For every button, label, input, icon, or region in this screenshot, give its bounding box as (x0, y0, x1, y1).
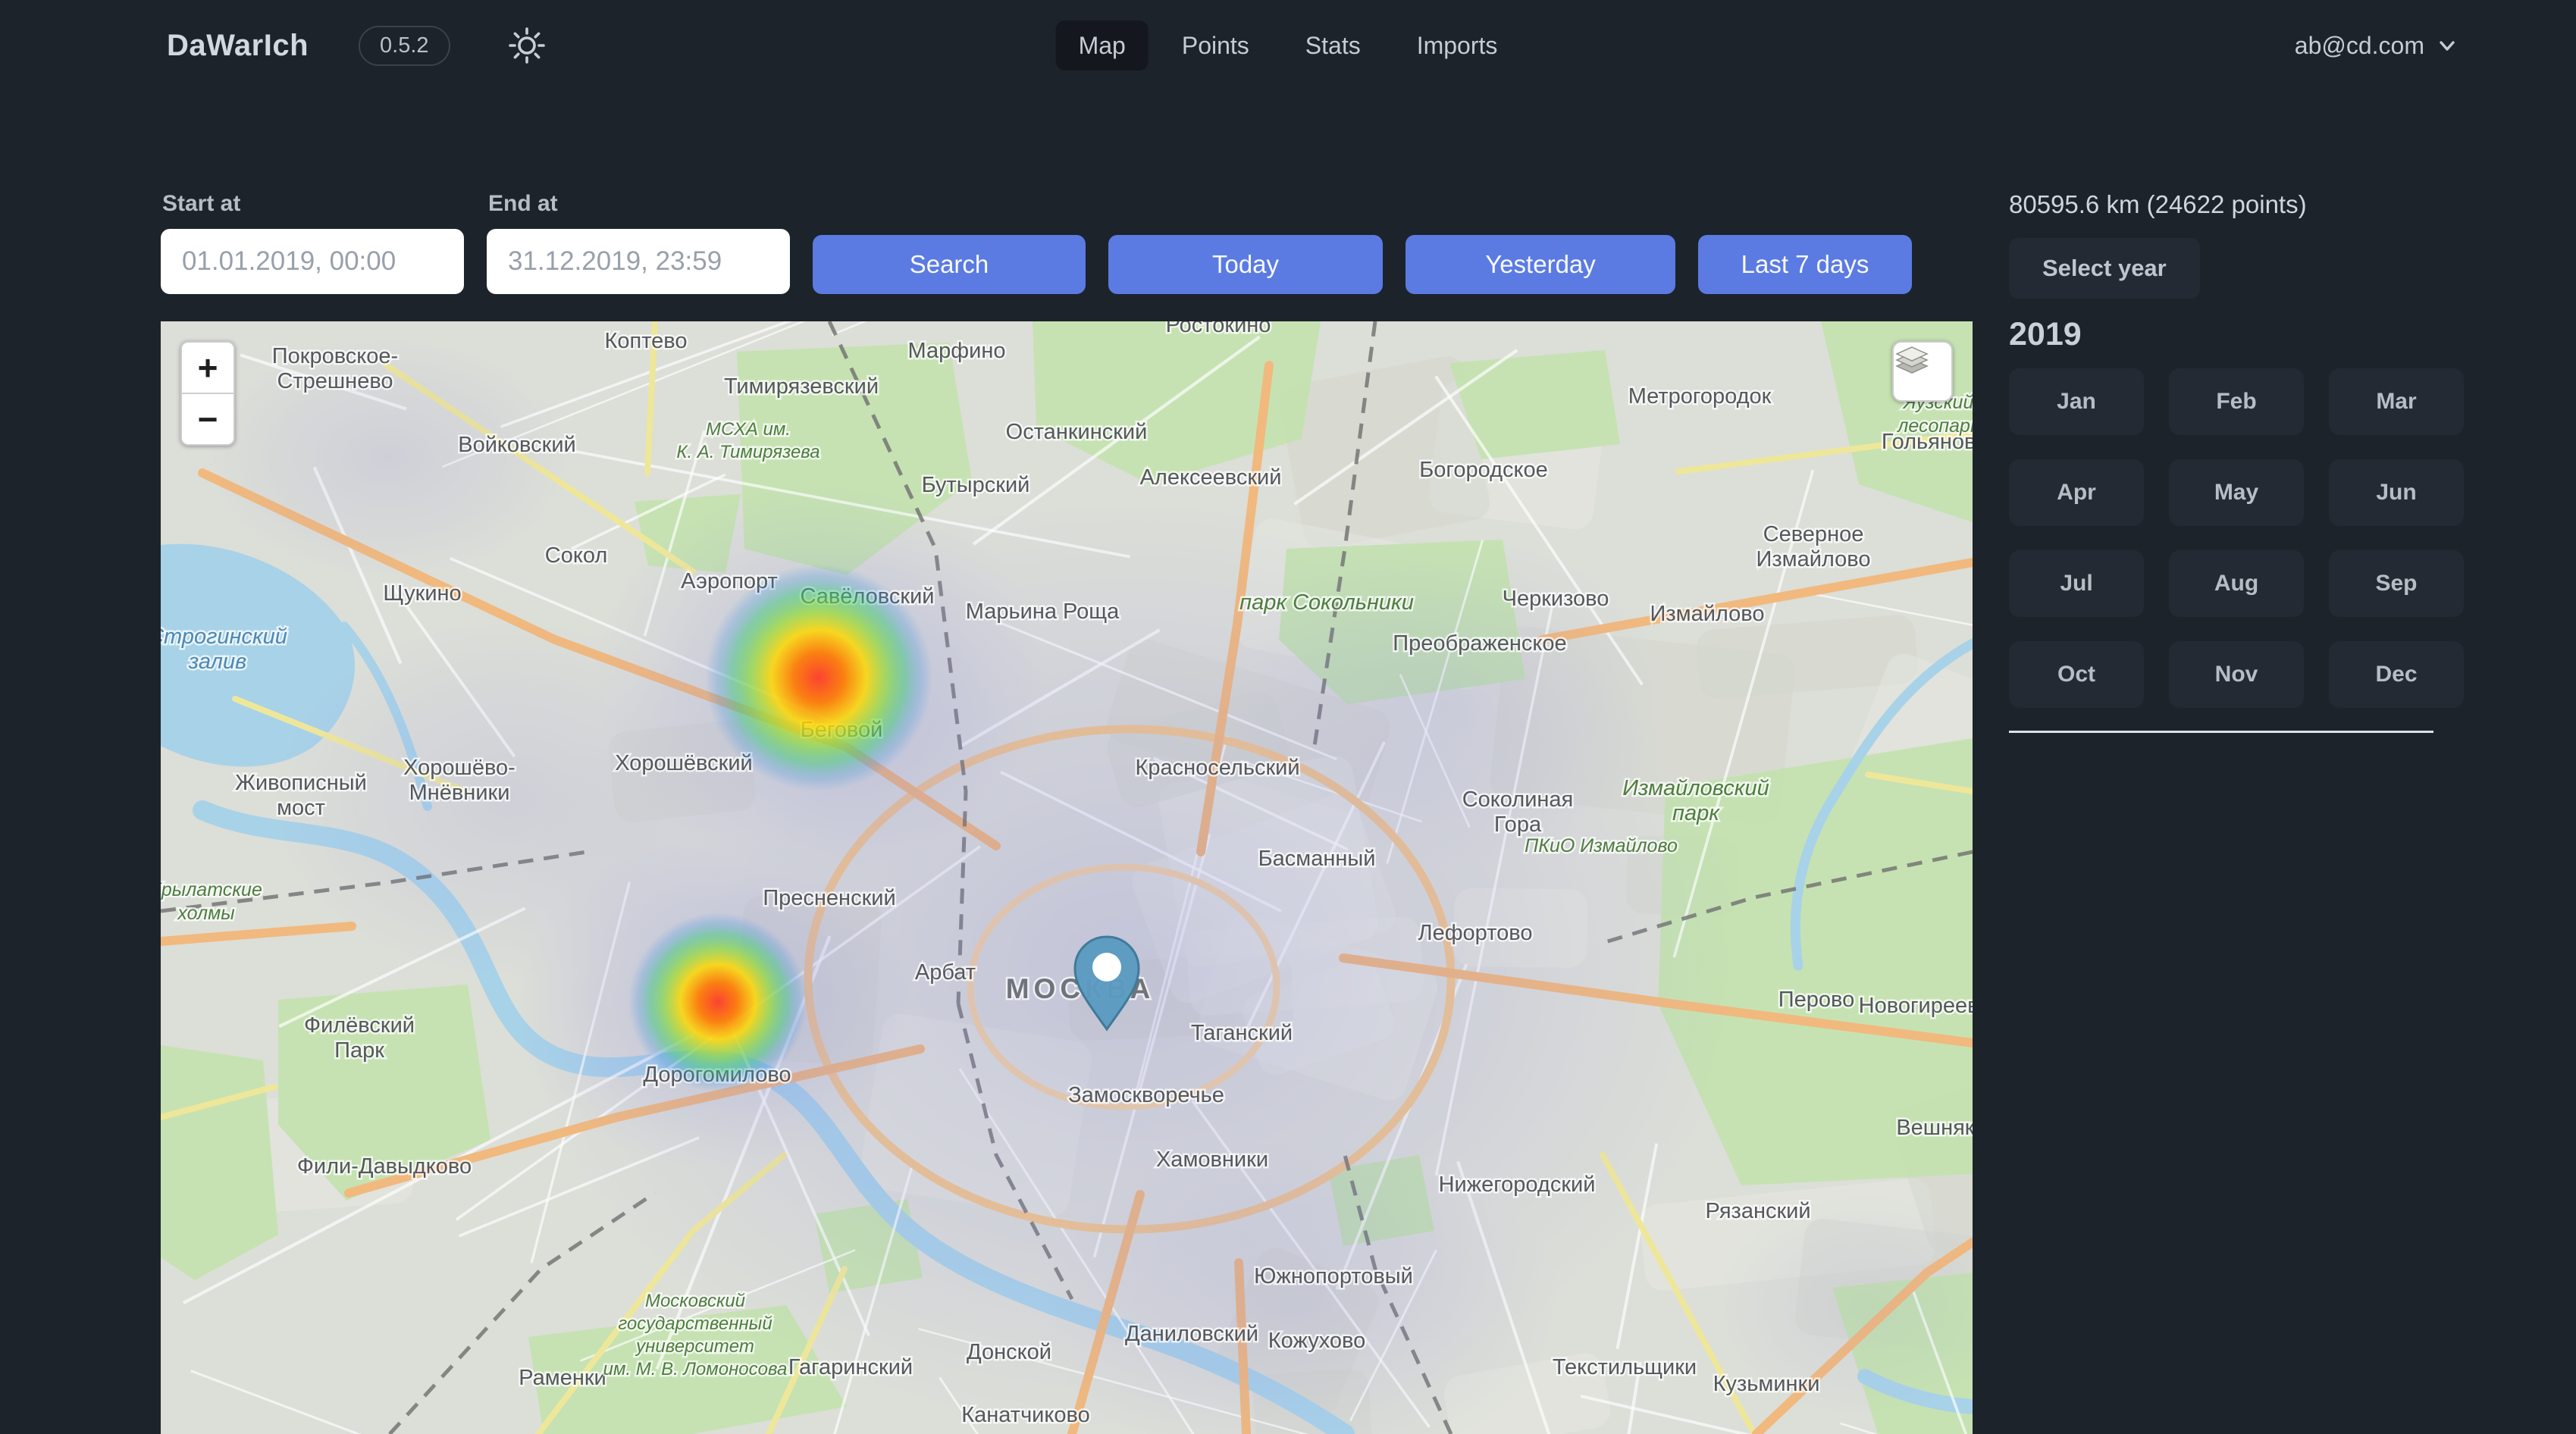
tab-points[interactable]: Points (1159, 20, 1272, 70)
svg-text:Донской: Донской (967, 1340, 1051, 1364)
month-button-may[interactable]: May (2169, 459, 2304, 526)
month-button-mar[interactable]: Mar (2329, 368, 2464, 435)
month-button-aug[interactable]: Aug (2169, 550, 2304, 617)
svg-text:Кожухово: Кожухово (1268, 1329, 1365, 1353)
sidebar-divider (2009, 731, 2433, 733)
svg-text:Преображенское: Преображенское (1393, 631, 1566, 656)
month-button-dec[interactable]: Dec (2329, 641, 2464, 708)
svg-text:Алексеевский: Алексеевский (1140, 465, 1282, 490)
svg-text:Покровское-Стрешнево: Покровское-Стрешнево (272, 344, 398, 393)
month-button-nov[interactable]: Nov (2169, 641, 2304, 708)
svg-text:Черкизово: Черкизово (1503, 587, 1609, 611)
svg-text:Хамовники: Хамовники (1156, 1148, 1268, 1172)
end-at-label: End at (488, 191, 790, 217)
month-button-jan[interactable]: Jan (2009, 368, 2144, 435)
month-button-sep[interactable]: Sep (2329, 550, 2464, 617)
svg-text:Хорошёво-Мнёвники: Хорошёво-Мнёвники (403, 756, 516, 805)
theme-toggle-button[interactable] (505, 23, 549, 67)
yesterday-button[interactable]: Yesterday (1406, 235, 1675, 294)
svg-text:СеверноеИзмайлово: СеверноеИзмайлово (1757, 522, 1871, 571)
layers-control[interactable] (1892, 341, 1953, 402)
user-menu[interactable]: ab@cd.com (2295, 32, 2458, 60)
svg-text:Лефортово: Лефортово (1418, 921, 1533, 945)
svg-text:Щукино: Щукино (383, 581, 461, 606)
zoom-in-button[interactable]: + (182, 343, 233, 394)
svg-text:Марьина Роща: Марьина Роща (966, 600, 1120, 624)
version-badge: 0.5.2 (359, 26, 450, 66)
svg-text:Таганский: Таганский (1191, 1021, 1293, 1045)
start-at-input[interactable] (161, 229, 464, 294)
sun-icon (506, 25, 547, 66)
layers-icon (1894, 343, 1930, 379)
tab-imports[interactable]: Imports (1394, 20, 1521, 70)
svg-text:Красносельский: Красносельский (1135, 756, 1299, 780)
svg-text:ПКиО Измайлово: ПКиО Измайлово (1525, 835, 1678, 856)
navbar: DaWarIch 0.5.2 MapPointsStatsImports ab@… (0, 0, 2576, 91)
svg-text:Канатчиково: Канатчиково (961, 1403, 1089, 1427)
svg-text:Гагаринский: Гагаринский (788, 1355, 913, 1379)
map-zoom-control: + − (180, 341, 235, 446)
svg-text:парк Сокольники: парк Сокольники (1239, 590, 1414, 615)
svg-text:Текстильщики: Текстильщики (1553, 1355, 1697, 1379)
svg-text:Хорошёвский: Хорошёвский (615, 751, 752, 775)
svg-text:Метрогородок: Метрогородок (1628, 384, 1772, 409)
app-logo: DaWarIch (167, 29, 309, 63)
month-button-feb[interactable]: Feb (2169, 368, 2304, 435)
sidebar: 80595.6 km (24622 points) Select year 20… (2009, 191, 2464, 733)
svg-text:Вешняки: Вешняки (1896, 1116, 1973, 1140)
month-button-jul[interactable]: Jul (2009, 550, 2144, 617)
last-7-days-button[interactable]: Last 7 days (1698, 235, 1912, 294)
svg-text:Арбат: Арбат (915, 960, 976, 985)
svg-text:Войковский: Войковский (458, 433, 575, 457)
svg-text:Останкинский: Останкинский (1006, 420, 1148, 444)
year-heading: 2019 (2009, 317, 2464, 352)
svg-text:Раменки: Раменки (519, 1366, 606, 1390)
svg-text:Сокол: Сокол (545, 543, 608, 568)
svg-text:Тимирязевский: Тимирязевский (724, 374, 879, 399)
zoom-out-button[interactable]: − (182, 394, 233, 444)
svg-text:Марфино: Марфино (908, 339, 1006, 363)
start-at-field: Start at (161, 191, 464, 294)
map-canvas[interactable]: Коптево Ростокино Тимирязевский Марфино Оста… (161, 321, 1973, 1434)
svg-text:Новогиреево: Новогиреево (1859, 994, 1973, 1018)
start-at-label: Start at (162, 191, 464, 217)
svg-text:Даниловский: Даниловский (1125, 1322, 1258, 1346)
month-button-jun[interactable]: Jun (2329, 459, 2464, 526)
user-email: ab@cd.com (2295, 32, 2424, 60)
svg-text:Фили-Давыдково: Фили-Давыдково (297, 1154, 472, 1179)
svg-text:Измайлово: Измайлово (1650, 602, 1765, 626)
search-button[interactable]: Search (813, 235, 1086, 294)
svg-text:Южнопортовый: Южнопортовый (1254, 1264, 1413, 1288)
svg-text:Пресненский: Пресненский (763, 886, 895, 910)
svg-text:Бутырский: Бутырский (922, 473, 1030, 497)
end-at-input[interactable] (487, 229, 790, 294)
svg-text:Богородское: Богородское (1419, 458, 1548, 482)
svg-text:Перово: Перово (1778, 988, 1854, 1012)
today-button[interactable]: Today (1108, 235, 1383, 294)
svg-text:Басманный: Басманный (1258, 847, 1376, 871)
chevron-down-icon (2437, 35, 2458, 56)
month-button-oct[interactable]: Oct (2009, 641, 2144, 708)
month-grid: Jan Feb Mar Apr May Jun Jul Aug Sep Oct Nov Dec (2009, 368, 2464, 708)
map-container[interactable]: Коптево Ростокино Тимирязевский Марфино Оста… (161, 321, 1973, 1434)
tab-map[interactable]: Map (1056, 20, 1149, 70)
month-button-apr[interactable]: Apr (2009, 459, 2144, 526)
svg-text:Рязанский: Рязанский (1705, 1199, 1810, 1223)
svg-text:Замоскворечье: Замоскворечье (1068, 1083, 1224, 1107)
svg-text:Кузьминки: Кузьминки (1713, 1372, 1820, 1396)
end-at-field: End at (487, 191, 790, 294)
tab-stats[interactable]: Stats (1283, 20, 1384, 70)
date-filter-bar: Start at End at Search Today Yesterday Last… (161, 191, 1912, 294)
select-year-button[interactable]: Select year (2009, 238, 2200, 299)
svg-text:Коптево: Коптево (604, 329, 687, 353)
nav-tabs: MapPointsStatsImports (1056, 20, 1521, 70)
distance-summary: 80595.6 km (24622 points) (2009, 191, 2464, 218)
svg-text:Ростокино: Ростокино (1166, 321, 1271, 337)
svg-text:Нижегородский: Нижегородский (1439, 1173, 1596, 1197)
